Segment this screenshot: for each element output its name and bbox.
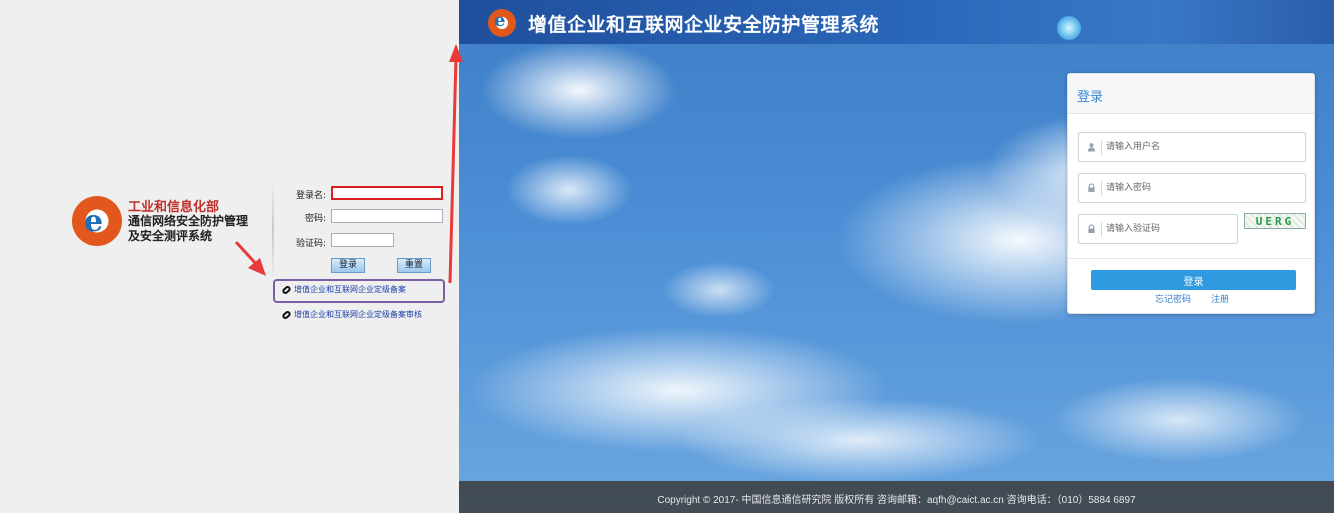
legacy-login-panel: e 工业和信息化部 通信网络安全防护管理 及安全测评系统 登录名: 密码: 验证… bbox=[0, 0, 459, 513]
login-button[interactable]: 登录 bbox=[1091, 270, 1296, 290]
miit-logo-letter: e bbox=[84, 204, 104, 239]
login-card: 登录 UERG 登录 忘记密码 注册 bbox=[1067, 73, 1315, 314]
login-card-header: 登录 bbox=[1068, 74, 1314, 114]
header-glow bbox=[1057, 16, 1081, 40]
legacy-password-input[interactable] bbox=[331, 209, 443, 223]
filing-review-link-label: 增值企业和互联网企业定级备案审核 bbox=[294, 310, 422, 319]
footer: Copyright © 2017- 中国信息通信研究院 版权所有 咨询邮箱：aq… bbox=[459, 481, 1334, 513]
system-title-line2: 及安全测评系统 bbox=[128, 229, 213, 243]
link-icon bbox=[281, 309, 292, 320]
legacy-login-button[interactable]: 登录 bbox=[331, 258, 365, 273]
footer-copyright: Copyright © 2017- 中国信息通信研究院 版权所有 咨询邮箱：aq… bbox=[657, 495, 1136, 506]
filing-link-label: 增值企业和互联网企业定级备案 bbox=[294, 285, 406, 294]
header-logo-letter: e bbox=[494, 10, 506, 31]
lock-icon bbox=[1088, 224, 1095, 234]
legacy-username-input[interactable] bbox=[331, 186, 443, 200]
captcha-image[interactable]: UERG bbox=[1244, 213, 1306, 229]
lock-icon bbox=[1088, 183, 1095, 193]
username-input[interactable] bbox=[1106, 133, 1286, 161]
field-separator bbox=[1101, 222, 1102, 237]
login-card-title: 登录 bbox=[1077, 90, 1104, 105]
app-header: e 增值企业和互联网企业安全防护管理系统 bbox=[459, 0, 1334, 44]
card-divider bbox=[1068, 258, 1314, 259]
username-field[interactable] bbox=[1078, 132, 1306, 162]
captcha-input[interactable] bbox=[1106, 215, 1231, 243]
forgot-password-link[interactable]: 忘记密码 bbox=[1155, 292, 1191, 305]
captcha-field[interactable] bbox=[1078, 214, 1238, 244]
link-icon bbox=[281, 284, 292, 295]
field-separator bbox=[1101, 181, 1102, 196]
legacy-code-input[interactable] bbox=[331, 233, 394, 247]
code-label: 验证码: bbox=[295, 239, 326, 249]
password-input[interactable] bbox=[1106, 174, 1286, 202]
app-title: 增值企业和互联网企业安全防护管理系统 bbox=[528, 14, 880, 36]
filing-review-link[interactable]: 增值企业和互联网企业定级备案审核 bbox=[281, 309, 422, 320]
username-label: 登录名: bbox=[295, 191, 326, 201]
register-link[interactable]: 注册 bbox=[1211, 292, 1229, 305]
main-login-screen: e 增值企业和互联网企业安全防护管理系统 登录 UERG 登录 忘记密码 注册 … bbox=[459, 0, 1334, 513]
password-field[interactable] bbox=[1078, 173, 1306, 203]
filing-link[interactable]: 增值企业和互联网企业定级备案 bbox=[281, 284, 406, 295]
user-icon bbox=[1087, 143, 1096, 152]
legacy-reset-button[interactable]: 重置 bbox=[397, 258, 431, 273]
field-separator bbox=[1101, 140, 1102, 155]
password-label: 密码: bbox=[304, 214, 326, 224]
